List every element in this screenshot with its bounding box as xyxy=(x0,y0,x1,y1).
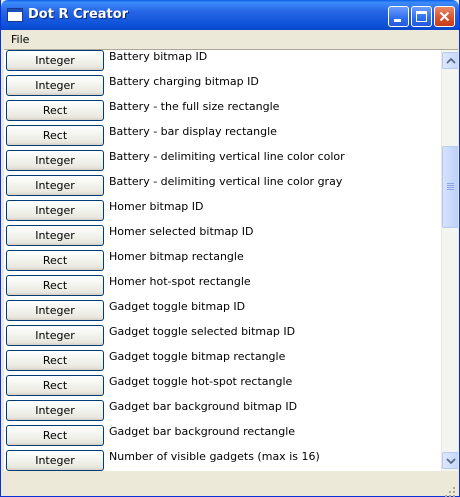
type-button[interactable]: Integer xyxy=(6,50,104,71)
property-label: Battery - delimiting vertical line color… xyxy=(109,150,345,163)
status-bar xyxy=(1,471,459,497)
scroll-thumb-grip xyxy=(447,185,454,186)
property-row: Rect Battery - bar display rectangle xyxy=(4,125,440,150)
type-button[interactable]: Integer xyxy=(6,75,104,96)
type-button[interactable]: Integer xyxy=(6,450,104,471)
property-label: Gadget toggle hot-spot rectangle xyxy=(109,375,293,388)
property-label: Homer bitmap rectangle xyxy=(109,250,244,263)
property-row: Integer Homer bitmap ID xyxy=(4,200,440,225)
type-button[interactable]: Rect xyxy=(6,250,104,271)
property-row: Rect Homer hot-spot rectangle xyxy=(4,275,440,300)
window-title: Dot R Creator xyxy=(28,7,129,22)
menu-bar: File xyxy=(1,30,459,49)
property-label: Gadget bar background bitmap ID xyxy=(109,400,298,413)
close-icon xyxy=(439,11,450,22)
property-label: Gadget toggle bitmap rectangle xyxy=(109,350,286,363)
property-label: Homer selected bitmap ID xyxy=(109,225,254,238)
property-row: Integer Battery - delimiting vertical lin… xyxy=(4,175,440,200)
property-label: Battery - delimiting vertical line color… xyxy=(109,175,343,188)
property-row: Integer Battery bitmap ID xyxy=(4,50,440,75)
type-button[interactable]: Integer xyxy=(6,325,104,346)
property-row: Rect Battery - the full size rectangle xyxy=(4,100,440,125)
type-button[interactable]: Integer xyxy=(6,300,104,321)
property-row: Integer Number of visible gadgets (max is… xyxy=(4,450,440,471)
property-row: Integer Gadget toggle selected bitmap ID xyxy=(4,325,440,350)
chevron-up-icon xyxy=(446,57,456,64)
minimize-button[interactable] xyxy=(388,6,409,27)
property-row: Integer Homer selected bitmap ID xyxy=(4,225,440,250)
property-label: Battery charging bitmap ID xyxy=(109,75,259,88)
property-label: Battery - bar display rectangle xyxy=(109,125,277,138)
scroll-up-button[interactable] xyxy=(442,52,458,69)
type-button[interactable]: Rect xyxy=(6,125,104,146)
type-button[interactable]: Rect xyxy=(6,275,104,296)
property-label: Homer bitmap ID xyxy=(109,200,204,213)
resize-grip[interactable] xyxy=(453,491,455,493)
property-label: Gadget bar background rectangle xyxy=(109,425,296,438)
menu-file[interactable]: File xyxy=(5,31,35,48)
scroll-thumb-grip xyxy=(447,183,454,184)
property-label: Battery bitmap ID xyxy=(109,50,208,63)
scroll-down-button[interactable] xyxy=(442,452,458,469)
property-row: Rect Gadget bar background rectangle xyxy=(4,425,440,450)
maximize-icon xyxy=(416,11,427,22)
app-window-icon xyxy=(7,8,23,22)
type-button[interactable]: Integer xyxy=(6,225,104,246)
type-button[interactable]: Rect xyxy=(6,100,104,121)
property-row: Rect Gadget toggle bitmap rectangle xyxy=(4,350,440,375)
property-row: Rect Homer bitmap rectangle xyxy=(4,250,440,275)
title-bar[interactable]: Dot R Creator xyxy=(1,0,459,30)
type-button[interactable]: Rect xyxy=(6,425,104,446)
resize-grip[interactable] xyxy=(449,491,451,493)
minimize-icon xyxy=(394,19,401,22)
type-button[interactable]: Integer xyxy=(6,400,104,421)
scroll-thumb-grip xyxy=(447,187,454,188)
property-row: Integer Gadget toggle bitmap ID xyxy=(4,300,440,325)
scroll-thumb-grip xyxy=(447,189,454,190)
type-button[interactable]: Integer xyxy=(6,175,104,196)
property-label: Gadget toggle bitmap ID xyxy=(109,300,246,313)
property-row: Integer Gadget bar background bitmap ID xyxy=(4,400,440,425)
maximize-button[interactable] xyxy=(411,6,432,27)
property-label: Battery - the full size rectangle xyxy=(109,100,280,113)
type-button[interactable]: Rect xyxy=(6,375,104,396)
property-list: Integer Battery bitmap ID Integer Battery c… xyxy=(4,49,458,471)
property-label: Homer hot-spot rectangle xyxy=(109,275,251,288)
property-row: Integer Battery - delimiting vertical lin… xyxy=(4,150,440,175)
property-row: Rect Gadget toggle hot-spot rectangle xyxy=(4,375,440,400)
chevron-down-icon xyxy=(446,458,456,465)
type-button[interactable]: Integer xyxy=(6,200,104,221)
property-rows: Integer Battery bitmap ID Integer Battery c… xyxy=(4,50,440,471)
vertical-scrollbar[interactable] xyxy=(441,50,458,471)
property-row: Integer Battery charging bitmap ID xyxy=(4,75,440,100)
type-button[interactable]: Rect xyxy=(6,350,104,371)
property-label: Gadget toggle selected bitmap ID xyxy=(109,325,296,338)
property-label: Number of visible gadgets (max is 16) xyxy=(109,450,320,463)
app-window: Dot R Creator File Integer Battery bitmap… xyxy=(0,0,460,497)
type-button[interactable]: Integer xyxy=(6,150,104,171)
close-button[interactable] xyxy=(434,6,455,27)
scroll-thumb[interactable] xyxy=(442,146,458,228)
resize-grip[interactable] xyxy=(453,487,455,489)
